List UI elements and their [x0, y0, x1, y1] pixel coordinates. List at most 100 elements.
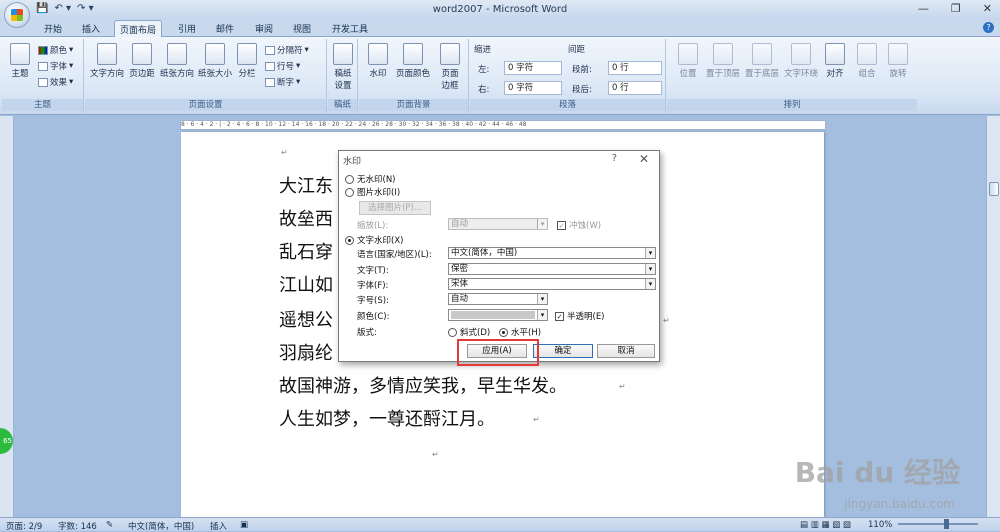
- radio-diagonal[interactable]: [448, 327, 457, 337]
- spacing-before-label: 段前:: [572, 65, 592, 75]
- line-numbers-icon: [265, 61, 275, 71]
- tab-mailings[interactable]: 邮件: [216, 22, 234, 35]
- draft-settings-button[interactable]: 稿纸 设置: [330, 43, 356, 91]
- status-page[interactable]: 页面: 2/9: [6, 520, 42, 532]
- margins-button[interactable]: 页边距: [127, 43, 157, 79]
- page-borders-button[interactable]: 页面 边框: [437, 43, 463, 91]
- breaks-button[interactable]: 分隔符 ▾: [265, 44, 309, 56]
- zoom-slider-thumb[interactable]: [944, 519, 949, 529]
- spacing-after-input[interactable]: 0 行: [608, 81, 662, 95]
- rotate-button[interactable]: 旋转: [885, 43, 911, 79]
- doc-line-3: 乱石穿: [279, 242, 333, 263]
- doc-line-1: 大江东: [279, 176, 333, 197]
- tab-developer[interactable]: 开发工具: [332, 22, 368, 35]
- dialog-close-button[interactable]: ✕: [639, 152, 649, 166]
- help-icon[interactable]: ?: [983, 22, 994, 33]
- view-buttons[interactable]: ▤ ▥ ▦ ▧ ▨: [800, 520, 851, 530]
- font-select[interactable]: 宋体 ▾: [448, 278, 656, 290]
- group-arrange: 位置 置于顶层 置于底层 文字环绕 对齐 组合 旋转 排列: [667, 39, 917, 113]
- radio-horizontal[interactable]: [499, 327, 508, 337]
- theme-fonts-button[interactable]: 字体 ▾: [38, 60, 73, 72]
- select-picture-button[interactable]: 选择图片(P)...: [359, 201, 431, 215]
- picture-watermark-option[interactable]: 图片水印(I): [345, 186, 400, 198]
- theme-button[interactable]: 主题: [6, 43, 34, 79]
- radio-text-watermark[interactable]: [345, 235, 354, 245]
- position-button[interactable]: 位置: [675, 43, 701, 79]
- macro-icon[interactable]: ▣: [240, 520, 248, 530]
- status-mode[interactable]: 插入: [210, 520, 227, 532]
- no-watermark-option[interactable]: 无水印(N): [345, 173, 396, 185]
- status-language[interactable]: 中文(简体，中国): [128, 520, 194, 532]
- columns-button[interactable]: 分栏: [235, 43, 259, 79]
- radio-no-watermark[interactable]: [345, 174, 354, 184]
- semi-transparent-checkbox[interactable]: ✓ 半透明(E): [555, 310, 605, 322]
- indent-right-input[interactable]: 0 字符: [504, 81, 562, 95]
- doc-line-2: 故垒西: [279, 209, 333, 230]
- status-words[interactable]: 字数: 146: [58, 520, 97, 532]
- horizontal-ruler[interactable]: 8 · 6 · 4 · 2 · | · 2 · 4 · 6 · 8 · 10 ·…: [180, 120, 826, 130]
- washout-checkbox[interactable]: ✓ 冲蚀(W): [557, 219, 601, 231]
- tab-home[interactable]: 开始: [44, 22, 62, 35]
- scale-select[interactable]: 自动 ▾: [448, 218, 548, 230]
- theme-effects-button[interactable]: 效果 ▾: [38, 76, 73, 88]
- indent-left-input[interactable]: 0 字符: [504, 61, 562, 75]
- tab-references[interactable]: 引用: [178, 22, 196, 35]
- theme-colors-button[interactable]: 颜色 ▾: [38, 44, 73, 56]
- restore-button[interactable]: ❐: [951, 2, 961, 15]
- diagonal-option[interactable]: 斜式(D): [448, 326, 490, 338]
- margins-icon: [132, 43, 152, 65]
- tab-page-layout[interactable]: 页面布局: [114, 20, 163, 38]
- align-button[interactable]: 对齐: [822, 43, 848, 79]
- fonts-icon: [38, 61, 48, 71]
- scrollbar-thumb[interactable]: [989, 182, 999, 196]
- tab-view[interactable]: 视图: [293, 22, 311, 35]
- tab-review[interactable]: 审阅: [255, 22, 273, 35]
- orientation-icon: [167, 43, 187, 65]
- page-color-button[interactable]: 页面颜色: [395, 43, 431, 79]
- page-borders-icon: [440, 43, 460, 65]
- radio-picture-watermark[interactable]: [345, 187, 354, 197]
- watermark-button[interactable]: 水印: [365, 43, 391, 79]
- language-select[interactable]: 中文(简体，中国) ▾: [448, 247, 656, 259]
- office-button[interactable]: [4, 2, 30, 28]
- vertical-scrollbar[interactable]: [986, 116, 1000, 517]
- text-watermark-option[interactable]: 文字水印(X): [345, 234, 403, 246]
- close-button[interactable]: ✕: [983, 2, 992, 15]
- bring-to-front-button[interactable]: 置于顶层: [705, 43, 741, 79]
- indent-right-label: 右:: [478, 85, 490, 95]
- chevron-down-icon: ▾: [645, 248, 655, 258]
- color-label: 颜色(C):: [357, 312, 390, 322]
- scale-label: 缩放(L):: [357, 221, 389, 231]
- align-icon: [825, 43, 845, 65]
- hyphenation-button[interactable]: 断字 ▾: [265, 76, 300, 88]
- text-select[interactable]: 保密 ▾: [448, 263, 656, 275]
- title-bar: 💾 ↶ ▾ ↷ ▾ word2007 - Microsoft Word — ❐ …: [0, 0, 1000, 28]
- group-label-page-background: 页面背景: [359, 99, 468, 111]
- horizontal-option[interactable]: 水平(H): [499, 326, 541, 338]
- breaks-icon: [265, 45, 275, 55]
- text-direction-icon: [97, 43, 117, 65]
- ok-button[interactable]: 确定: [533, 344, 593, 358]
- vertical-ruler[interactable]: [0, 116, 14, 517]
- send-to-back-button[interactable]: 置于底层: [744, 43, 780, 79]
- tab-insert[interactable]: 插入: [82, 22, 100, 35]
- spacing-before-input[interactable]: 0 行: [608, 61, 662, 75]
- doc-line-4: 江山如: [279, 275, 333, 296]
- color-select[interactable]: ▾: [448, 309, 548, 321]
- line-numbers-button[interactable]: 行号 ▾: [265, 60, 300, 72]
- text-direction-button[interactable]: 文字方向: [89, 43, 125, 79]
- status-zoom[interactable]: 110%: [868, 520, 892, 530]
- text-wrap-button[interactable]: 文字环绕: [783, 43, 819, 79]
- font-label: 字体(F):: [357, 281, 389, 291]
- orientation-button[interactable]: 纸张方向: [159, 43, 195, 79]
- spellcheck-icon[interactable]: ✎: [106, 520, 113, 530]
- size-button[interactable]: 纸张大小: [197, 43, 233, 79]
- cancel-button[interactable]: 取消: [597, 344, 655, 358]
- group-draft: 稿纸 设置 稿纸: [328, 39, 358, 113]
- watermark-icon: [368, 43, 388, 65]
- dialog-help-button[interactable]: ?: [612, 153, 617, 164]
- group-button[interactable]: 组合: [854, 43, 880, 79]
- size-select[interactable]: 自动 ▾: [448, 293, 548, 305]
- zoom-slider[interactable]: [898, 523, 978, 525]
- minimize-button[interactable]: —: [918, 2, 929, 15]
